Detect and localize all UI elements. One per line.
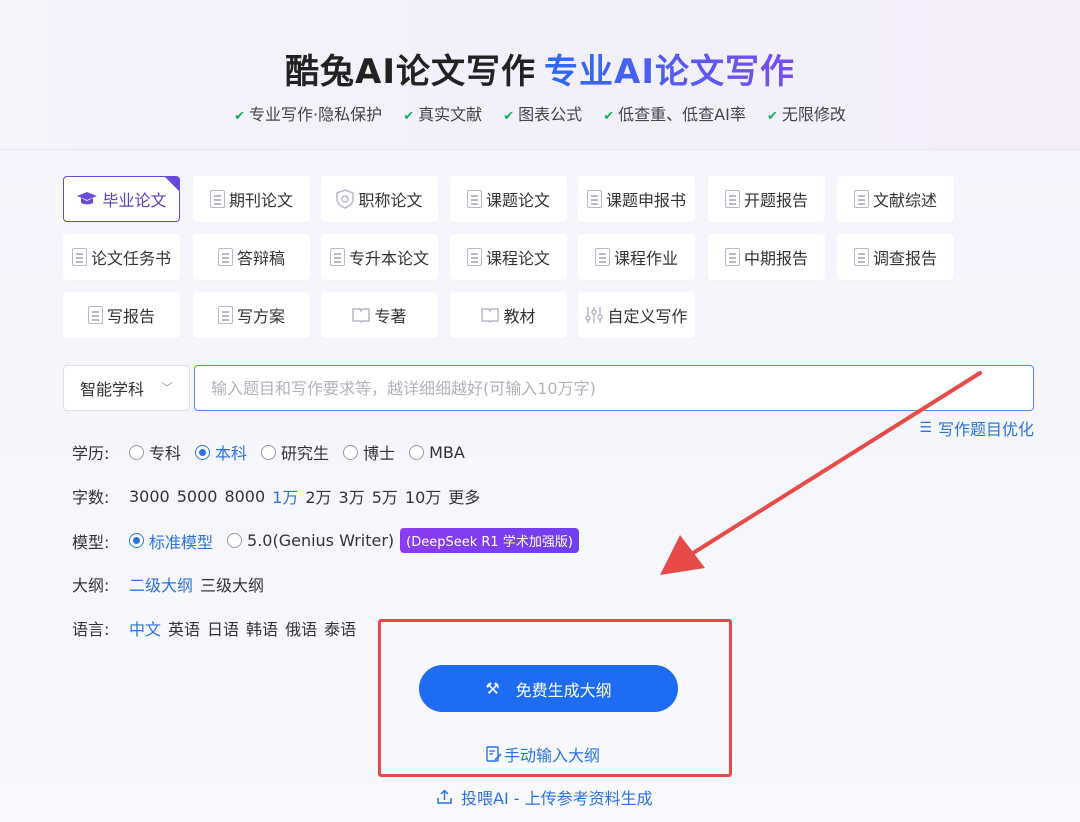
tile-midterm-report[interactable]: 中期报告 <box>708 234 825 280</box>
wordcount-option[interactable]: 5000 <box>177 487 218 506</box>
journal-icon <box>209 190 225 208</box>
tile-journal-paper[interactable]: 期刊论文 <box>193 176 310 222</box>
tile-opening-report[interactable]: 开题报告 <box>708 176 825 222</box>
wordcount-option[interactable]: 5万 <box>372 484 398 508</box>
feature-list: ✔ 专业写作·隐私保护 ✔ 真实文献 ✔ 图表公式 ✔ 低查重、低查AI率 ✔ 无限修改 <box>0 101 1080 125</box>
education-radio-bachelor[interactable]: 本科 <box>195 440 247 464</box>
feature-item: ✔ 图表公式 <box>503 105 583 124</box>
tile-write-report[interactable]: 写报告 <box>63 292 180 338</box>
language-option-chinese[interactable]: 中文 <box>129 616 161 640</box>
document-icon <box>586 190 602 208</box>
header-banner: 酷兔AI论文写作 专业AI论文写作 ✔ 专业写作·隐私保护 ✔ 真实文献 ✔ 图表公式 … <box>0 0 1080 150</box>
tile-custom-writing[interactable]: 自定义写作 <box>578 292 695 338</box>
book-icon <box>352 308 371 323</box>
report-icon <box>853 248 869 266</box>
language-row: 语言: 中文 英语 日语 韩语 俄语 泰语 <box>72 616 363 640</box>
education-row: 学历: 专科 本科 研究生 博士 MBA <box>72 440 479 464</box>
model-radio-genius[interactable]: 5.0(Genius Writer) <box>227 531 394 550</box>
upload-reference-link[interactable]: 投喂AI - 上传参考资料生成 <box>436 785 653 809</box>
chevron-down-icon: ﹀ <box>160 381 173 395</box>
tile-project-paper[interactable]: 课题论文 <box>450 176 567 222</box>
tile-write-plan[interactable]: 写方案 <box>193 292 310 338</box>
optimize-topic-link[interactable]: ☰ 写作题目优化 <box>919 416 1034 440</box>
feature-item: ✔ 专业写作·隐私保护 <box>234 105 383 124</box>
check-icon: ✔ <box>766 109 778 124</box>
wordcount-option[interactable]: 3万 <box>339 484 365 508</box>
magic-wand-icon: ⚒ <box>485 679 500 698</box>
language-option-japanese[interactable]: 日语 <box>207 616 239 640</box>
document-icon <box>853 190 869 208</box>
document-icon <box>71 248 87 266</box>
deepseek-badge: (DeepSeek R1 学术加强版) <box>400 528 579 553</box>
tile-upgrade-paper[interactable]: 专升本论文 <box>321 234 438 280</box>
page-title: 酷兔AI论文写作 专业AI论文写作 <box>0 44 1080 93</box>
check-icon: ✔ <box>603 109 615 124</box>
edit-doc-icon <box>217 306 233 324</box>
wordcount-option-selected[interactable]: 1万 <box>272 484 298 508</box>
language-option-russian[interactable]: 俄语 <box>285 616 317 640</box>
tile-defense-script[interactable]: 答辩稿 <box>193 234 310 280</box>
check-icon: ✔ <box>403 109 415 124</box>
upload-icon <box>437 789 452 804</box>
education-radio-junior[interactable]: 专科 <box>129 440 181 464</box>
language-option-thai[interactable]: 泰语 <box>324 616 356 640</box>
generate-outline-button[interactable]: ⚒ 免费生成大纲 <box>419 665 678 712</box>
wordcount-row: 字数: 3000 5000 8000 1万 2万 3万 5万 10万 更多 <box>72 484 487 508</box>
tile-literature-review[interactable]: 文献综述 <box>837 176 954 222</box>
topic-input[interactable] <box>194 365 1034 411</box>
sliders-icon <box>585 307 604 323</box>
tile-monograph[interactable]: 专著 <box>321 292 438 338</box>
tile-textbook[interactable]: 教材 <box>450 292 567 338</box>
check-icon: ✔ <box>503 109 515 124</box>
language-option-english[interactable]: 英语 <box>168 616 200 640</box>
outline-row: 大纲: 二级大纲 三级大纲 <box>72 572 271 596</box>
document-search-icon <box>87 306 103 324</box>
education-radio-master[interactable]: 研究生 <box>261 440 329 464</box>
badge-shield-icon <box>336 189 355 209</box>
document-search-icon <box>329 248 345 266</box>
wordcount-option[interactable]: 10万 <box>405 484 441 508</box>
tile-course-paper[interactable]: 课程论文 <box>450 234 567 280</box>
checklist-icon <box>217 248 233 266</box>
feature-item: ✔ 真实文献 <box>403 105 483 124</box>
tile-title-paper[interactable]: 职称论文 <box>321 176 438 222</box>
tile-project-proposal[interactable]: 课题申报书 <box>578 176 695 222</box>
education-radio-doctor[interactable]: 博士 <box>343 440 395 464</box>
subject-select[interactable]: 智能学科 ﹀ <box>63 365 190 411</box>
wordcount-option[interactable]: 3000 <box>129 487 170 506</box>
tile-graduation-thesis[interactable]: 毕业论文 <box>63 176 180 222</box>
tile-course-homework[interactable]: 课程作业 <box>578 234 695 280</box>
model-row: 模型: 标准模型 5.0(Genius Writer) (DeepSeek R1… <box>72 528 579 553</box>
outline-option-level2[interactable]: 二级大纲 <box>129 572 193 596</box>
bookmark-doc-icon <box>466 190 482 208</box>
language-option-korean[interactable]: 韩语 <box>246 616 278 640</box>
wordcount-option-more[interactable]: 更多 <box>448 484 480 508</box>
graduation-cap-icon <box>77 192 98 205</box>
wordcount-option[interactable]: 2万 <box>305 484 331 508</box>
check-icon: ✔ <box>234 109 246 124</box>
outline-option-level3[interactable]: 三级大纲 <box>200 572 264 596</box>
tile-thesis-task[interactable]: 论文任务书 <box>63 234 180 280</box>
document-search-icon <box>594 248 610 266</box>
education-radio-mba[interactable]: MBA <box>409 443 465 462</box>
tile-survey-report[interactable]: 调查报告 <box>837 234 954 280</box>
edit-doc-icon <box>486 745 502 762</box>
manual-outline-link[interactable]: 手动输入大纲 <box>486 742 600 766</box>
report-icon <box>724 190 740 208</box>
list-icon: ☰ <box>919 420 932 436</box>
wordcount-option[interactable]: 8000 <box>224 487 265 506</box>
document-icon <box>466 248 482 266</box>
feature-item: ✔ 低查重、低查AI率 <box>603 105 746 124</box>
document-icon <box>724 248 740 266</box>
book-icon <box>481 308 500 323</box>
feature-item: ✔ 无限修改 <box>766 105 846 124</box>
model-radio-standard[interactable]: 标准模型 <box>129 529 213 553</box>
title-main: 酷兔AI论文写作 <box>285 52 536 92</box>
title-accent: 专业AI论文写作 <box>544 52 795 92</box>
